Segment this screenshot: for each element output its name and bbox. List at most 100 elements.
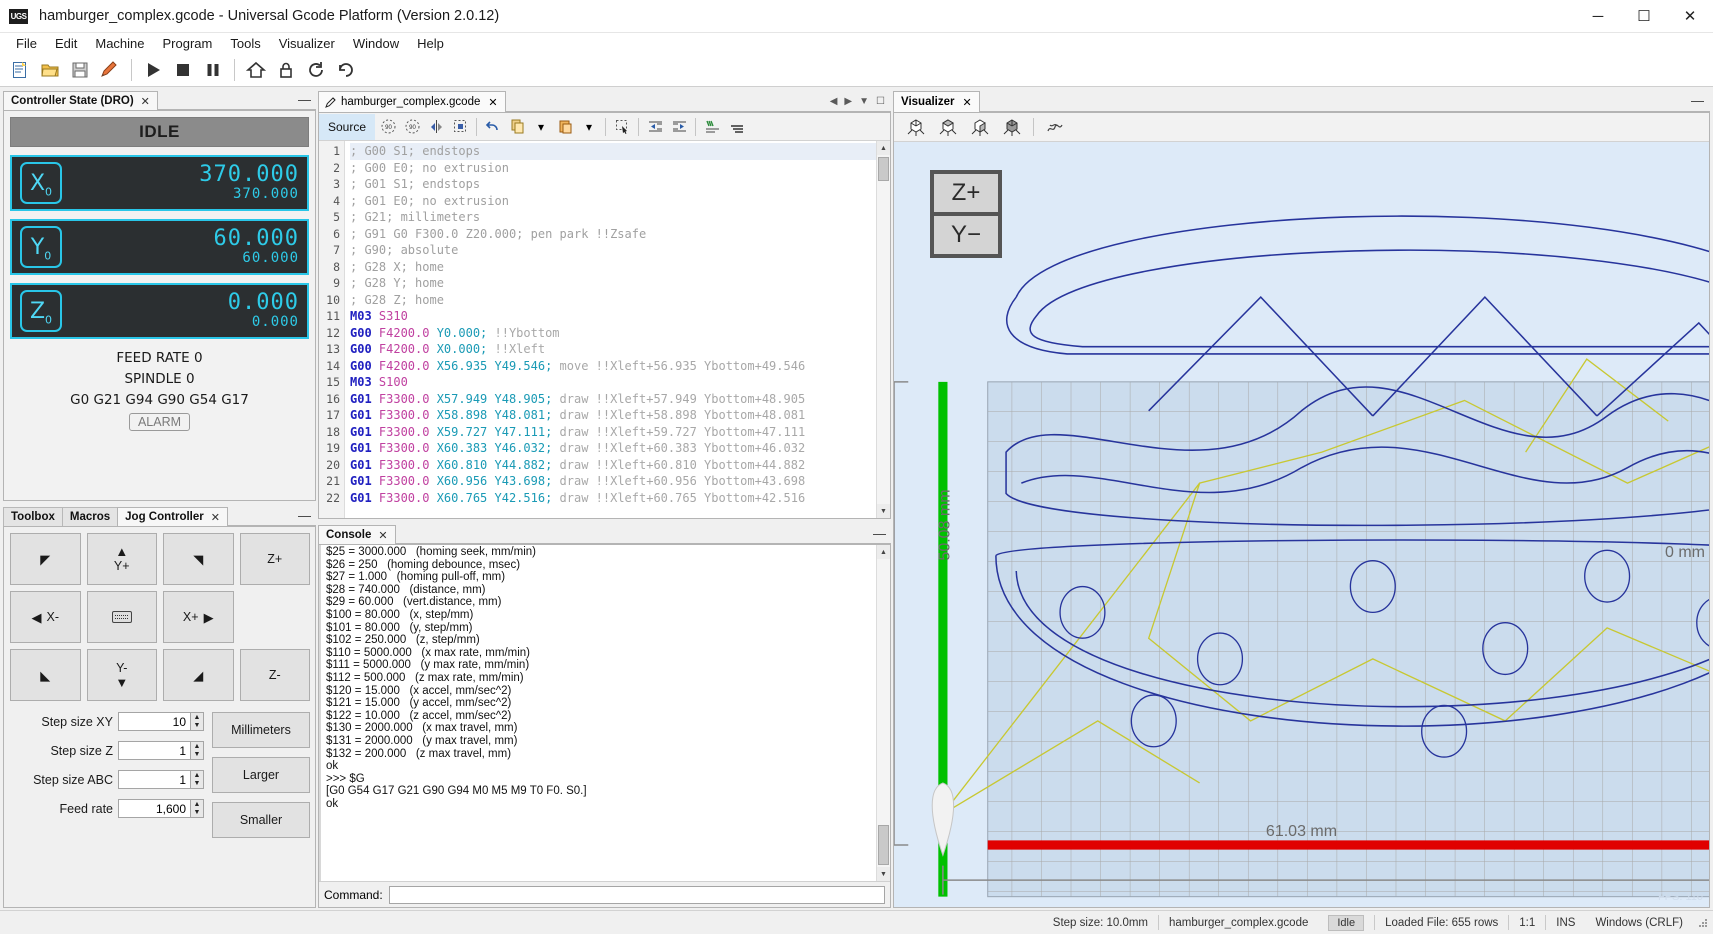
code-line[interactable]: G00 F4200.0 Y0.000; !!Ybottom xyxy=(350,325,876,342)
code-line[interactable]: G01 F3300.0 X60.810 Y44.882; draw !!Xlef… xyxy=(350,457,876,474)
jog-keyboard-button[interactable] xyxy=(87,591,158,643)
stepper-arrows[interactable]: ▲ ▼ xyxy=(190,712,204,731)
view-side-icon[interactable] xyxy=(998,113,1026,141)
close-icon[interactable]: ✕ xyxy=(963,96,972,109)
code-line[interactable]: G01 F3300.0 X60.765 Y42.516; draw !!Xlef… xyxy=(350,490,876,507)
stepper-down-icon[interactable]: ▼ xyxy=(191,780,203,789)
scroll-tabs-right-icon[interactable]: ▶ xyxy=(844,96,852,107)
tab-jog-controller[interactable]: Jog Controller ✕ xyxy=(117,507,228,526)
jog-down-right-button[interactable]: ◢ xyxy=(163,649,234,701)
tab-toolbox[interactable]: Toolbox xyxy=(3,507,63,526)
close-icon[interactable]: ✕ xyxy=(488,96,497,109)
code-line[interactable]: ; G91 G0 F300.0 Z20.000; pen park !!Zsaf… xyxy=(350,226,876,243)
code-line[interactable]: G01 F3300.0 X60.956 Y43.698; draw !!Xlef… xyxy=(350,473,876,490)
maximize-window-button[interactable]: ☐ xyxy=(1621,0,1667,33)
paste-icon[interactable] xyxy=(554,116,576,138)
step-smaller-button[interactable]: Smaller xyxy=(212,802,310,838)
jog-up-left-button[interactable]: ◤ xyxy=(10,533,81,585)
step-size-z-input[interactable] xyxy=(118,741,190,760)
home-machine-icon[interactable] xyxy=(242,56,270,84)
jog-x-plus-button[interactable]: X+ ▶ xyxy=(163,591,234,643)
scroll-down-icon[interactable]: ▼ xyxy=(877,867,890,881)
code-line[interactable]: ; G28 Y; home xyxy=(350,275,876,292)
stop-button-icon[interactable] xyxy=(169,56,197,84)
menu-edit[interactable]: Edit xyxy=(46,34,86,53)
step-larger-button[interactable]: Larger xyxy=(212,757,310,793)
menu-file[interactable]: File xyxy=(7,34,46,53)
tab-macros[interactable]: Macros xyxy=(62,507,118,526)
scrollbar-thumb[interactable] xyxy=(878,157,889,181)
menu-machine[interactable]: Machine xyxy=(86,34,153,53)
code-line[interactable]: G00 F4200.0 X0.000; !!Xleft xyxy=(350,341,876,358)
code-line[interactable]: ; G28 X; home xyxy=(350,259,876,276)
play-button-icon[interactable] xyxy=(139,56,167,84)
code-line[interactable]: G01 F3300.0 X60.383 Y46.032; draw !!Xlef… xyxy=(350,440,876,457)
step-size-abc-stepper[interactable]: ▲ ▼ xyxy=(118,770,204,789)
code-line[interactable]: M03 S310 xyxy=(350,308,876,325)
minimize-panel-button[interactable]: — xyxy=(873,530,886,538)
code-line[interactable]: G01 F3300.0 X58.898 Y48.081; draw !!Xlef… xyxy=(350,407,876,424)
format-code-icon[interactable] xyxy=(701,116,723,138)
scroll-up-icon[interactable]: ▲ xyxy=(877,545,890,559)
stepper-arrows[interactable]: ▲ ▼ xyxy=(190,741,204,760)
open-file-icon[interactable] xyxy=(36,56,64,84)
close-icon[interactable]: ✕ xyxy=(211,511,220,524)
stepper-down-icon[interactable]: ▼ xyxy=(191,751,203,760)
jog-z-minus-button[interactable]: Z- xyxy=(240,649,311,701)
zero-x-button[interactable]: X0 xyxy=(20,162,62,204)
menu-program[interactable]: Program xyxy=(154,34,222,53)
jog-z-plus-button[interactable]: Z+ xyxy=(240,533,311,585)
scroll-up-icon[interactable]: ▲ xyxy=(877,141,890,155)
step-size-z-stepper[interactable]: ▲ ▼ xyxy=(118,741,204,760)
step-size-xy-stepper[interactable]: ▲ ▼ xyxy=(118,712,204,731)
undo-icon[interactable] xyxy=(482,116,504,138)
align-icon[interactable] xyxy=(725,116,747,138)
stepper-down-icon[interactable]: ▼ xyxy=(191,809,203,818)
code-line[interactable]: G01 F3300.0 X59.727 Y47.111; draw !!Xlef… xyxy=(350,424,876,441)
pause-button-icon[interactable] xyxy=(199,56,227,84)
save-file-icon[interactable] xyxy=(66,56,94,84)
stepper-arrows[interactable]: ▲ ▼ xyxy=(190,799,204,818)
mirror-icon[interactable] xyxy=(425,116,447,138)
command-input[interactable] xyxy=(389,886,885,904)
view-top-icon[interactable] xyxy=(934,113,962,141)
soft-reset-icon[interactable] xyxy=(302,56,330,84)
indent-icon[interactable] xyxy=(668,116,690,138)
zero-y-button[interactable]: Y0 xyxy=(20,226,62,268)
jog-up-right-button[interactable]: ◥ xyxy=(163,533,234,585)
code-line[interactable]: ; G21; millimeters xyxy=(350,209,876,226)
code-line[interactable]: ; G90; absolute xyxy=(350,242,876,259)
visualizer-canvas[interactable]: Z+ Y− xyxy=(894,142,1709,907)
view-front-icon[interactable] xyxy=(966,113,994,141)
step-size-xy-input[interactable] xyxy=(118,712,190,731)
menu-tools[interactable]: Tools xyxy=(221,34,269,53)
tab-controller-state[interactable]: Controller State (DRO) ✕ xyxy=(3,91,158,110)
minimize-panel-button[interactable]: — xyxy=(298,512,311,520)
minimize-panel-button[interactable]: — xyxy=(298,96,311,104)
menu-window[interactable]: Window xyxy=(344,34,408,53)
scroll-down-icon[interactable]: ▼ xyxy=(877,504,890,518)
jog-y-minus-button[interactable]: Y- ▼ xyxy=(87,649,158,701)
feed-rate-stepper[interactable]: ▲ ▼ xyxy=(118,799,204,818)
copy-dropdown-icon[interactable]: ▾ xyxy=(530,116,552,138)
stepper-up-icon[interactable]: ▲ xyxy=(191,771,203,780)
code-line[interactable]: M03 S100 xyxy=(350,374,876,391)
scrollbar-thumb[interactable] xyxy=(878,825,889,865)
code-line[interactable]: ; G28 Z; home xyxy=(350,292,876,309)
zero-z-button[interactable]: Z0 xyxy=(20,290,62,332)
code-area[interactable]: 12345678910111213141516171819202122 ; G0… xyxy=(319,141,890,518)
zoom-out-90-icon[interactable]: 90 xyxy=(377,116,399,138)
tab-console[interactable]: Console ✕ xyxy=(318,525,396,544)
copy-icon[interactable] xyxy=(506,116,528,138)
close-icon[interactable]: ✕ xyxy=(378,529,387,542)
console-scroll-area[interactable]: $25 = 3000.000 (homing seek, mm/min) $26… xyxy=(319,545,890,881)
source-mode-button[interactable]: Source xyxy=(319,114,375,140)
tab-visualizer[interactable]: Visualizer ✕ xyxy=(893,91,980,112)
tab-list-dropdown-icon[interactable]: ▼ xyxy=(859,96,869,107)
code-line[interactable]: ; G00 S1; endstops xyxy=(350,143,876,160)
menu-help[interactable]: Help xyxy=(408,34,453,53)
toolpath-preview-icon[interactable] xyxy=(1041,113,1069,141)
lock-unlock-icon[interactable] xyxy=(272,56,300,84)
new-file-icon[interactable] xyxy=(6,56,34,84)
code-lines[interactable]: ; G00 S1; endstops; G00 E0; no extrusion… xyxy=(345,141,876,518)
